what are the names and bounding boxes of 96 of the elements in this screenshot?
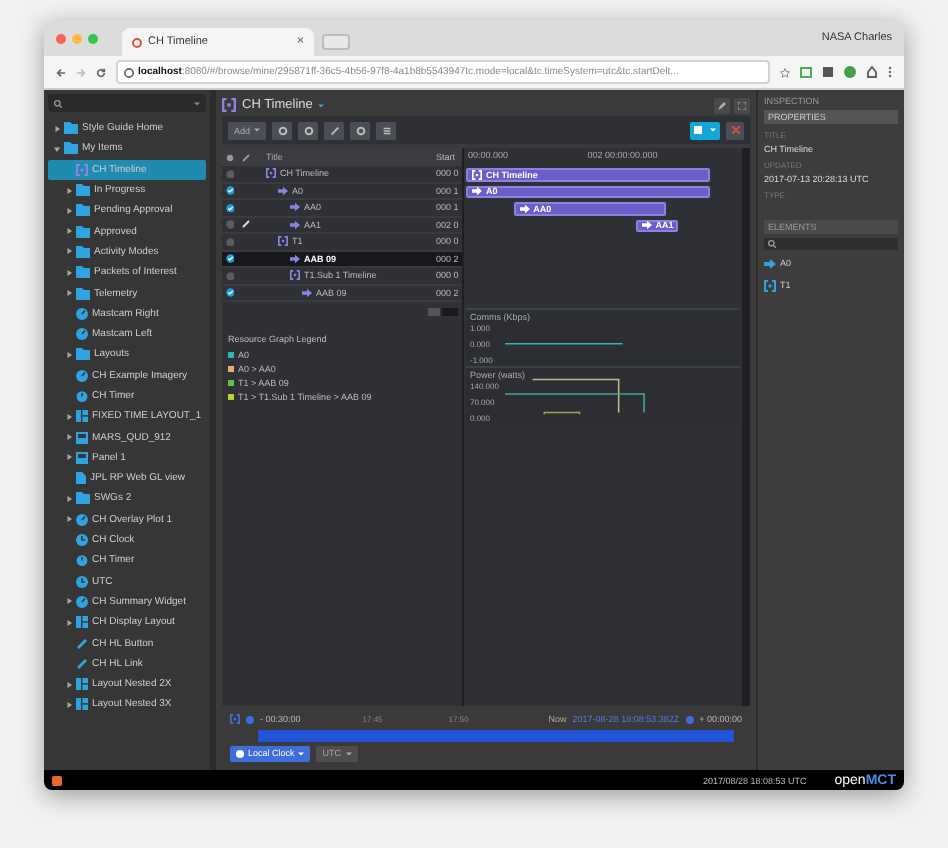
folder-icon [76, 348, 90, 361]
caret-icon [53, 125, 59, 132]
clock-icon [685, 715, 694, 723]
gauge-icon [76, 307, 88, 320]
caret-icon [65, 681, 71, 688]
close-button[interactable] [726, 121, 744, 139]
arrow-icon [472, 186, 482, 197]
search-field[interactable] [48, 94, 206, 112]
caret-icon [254, 128, 261, 132]
view-menu-button[interactable] [690, 121, 720, 139]
caret-icon [65, 290, 71, 297]
gauge-icon [76, 513, 88, 526]
toolbar-button[interactable] [272, 121, 293, 139]
caret-icon [65, 248, 71, 255]
timer-icon [76, 554, 88, 567]
folder-icon [76, 492, 90, 505]
app-icon [52, 775, 62, 785]
link-icon [242, 153, 250, 161]
timeline-icon [290, 270, 300, 281]
disc-icon [277, 125, 288, 135]
caret-icon [65, 207, 71, 214]
gauge-icon [76, 369, 88, 382]
timeline-icon [230, 714, 240, 724]
checkbox[interactable] [225, 288, 235, 297]
checkbox[interactable] [225, 186, 235, 195]
checkbox[interactable] [225, 169, 235, 178]
timeline-icon [278, 236, 288, 247]
checkbox[interactable] [225, 271, 235, 280]
caret-icon [65, 495, 71, 502]
close-icon [731, 126, 739, 134]
caret-icon [53, 145, 59, 152]
arrow-icon [519, 203, 530, 214]
checkbox[interactable] [225, 220, 235, 229]
toolbar-button[interactable] [376, 121, 397, 139]
caret-icon [65, 619, 71, 626]
timeline-icon [764, 279, 776, 291]
checkbox[interactable] [225, 254, 235, 263]
timeline-icon [76, 163, 88, 176]
arrow-icon [290, 253, 300, 264]
layout-icon [76, 616, 88, 629]
caret-icon [194, 101, 200, 105]
caret-icon [65, 413, 71, 420]
arrow-icon [302, 287, 312, 298]
toolbar-button[interactable] [350, 121, 371, 139]
search-icon [54, 99, 62, 107]
caret-icon [298, 751, 305, 755]
elements-search-field[interactable] [764, 238, 898, 250]
caret-icon [65, 701, 71, 708]
timeline-icon [222, 98, 236, 112]
checkbox[interactable] [225, 203, 235, 212]
timeline-icon [266, 168, 276, 179]
caret-icon [65, 187, 71, 194]
link-icon [242, 220, 250, 229]
toolbar-button[interactable] [298, 121, 319, 139]
caret-icon [65, 454, 71, 461]
layout-icon [76, 698, 88, 711]
arrow-icon [641, 220, 652, 231]
fullscreen-button[interactable] [734, 97, 750, 113]
toolbar-button[interactable] [324, 121, 345, 139]
gauge-icon [76, 328, 88, 341]
disc-icon [226, 153, 234, 161]
checkbox[interactable] [225, 237, 235, 246]
caret-icon [65, 598, 71, 605]
link-icon [329, 125, 340, 135]
clock-icon [76, 575, 88, 588]
caret-icon [318, 103, 325, 107]
caret-icon [65, 434, 71, 441]
graph-line [504, 343, 624, 345]
arrow-icon [764, 257, 776, 269]
pencil-icon [718, 101, 726, 109]
scroll-thumb[interactable] [428, 308, 440, 316]
back-icon[interactable] [56, 67, 66, 77]
info-icon [124, 67, 134, 77]
search-icon [768, 240, 776, 248]
layout-icon [76, 410, 88, 423]
document-icon [76, 472, 86, 485]
expand-icon [738, 101, 746, 109]
edit-button[interactable] [714, 97, 730, 113]
clock-icon [236, 749, 244, 757]
caret-icon [65, 269, 71, 276]
list-icon [381, 125, 392, 135]
clock-icon [246, 715, 254, 723]
layout-icon [76, 678, 88, 691]
timer-icon [76, 390, 88, 402]
square-icon [694, 126, 702, 134]
caret-icon [710, 128, 716, 132]
caret-icon [65, 228, 71, 235]
reload-icon[interactable] [96, 67, 106, 77]
caret-icon [65, 516, 71, 523]
caret-icon [345, 751, 352, 755]
caret-icon [65, 351, 71, 358]
star-icon[interactable] [780, 67, 790, 77]
gauge-icon [76, 595, 88, 608]
clock-icon [76, 534, 88, 547]
site-icon [132, 37, 142, 47]
timeline-icon [472, 169, 482, 180]
